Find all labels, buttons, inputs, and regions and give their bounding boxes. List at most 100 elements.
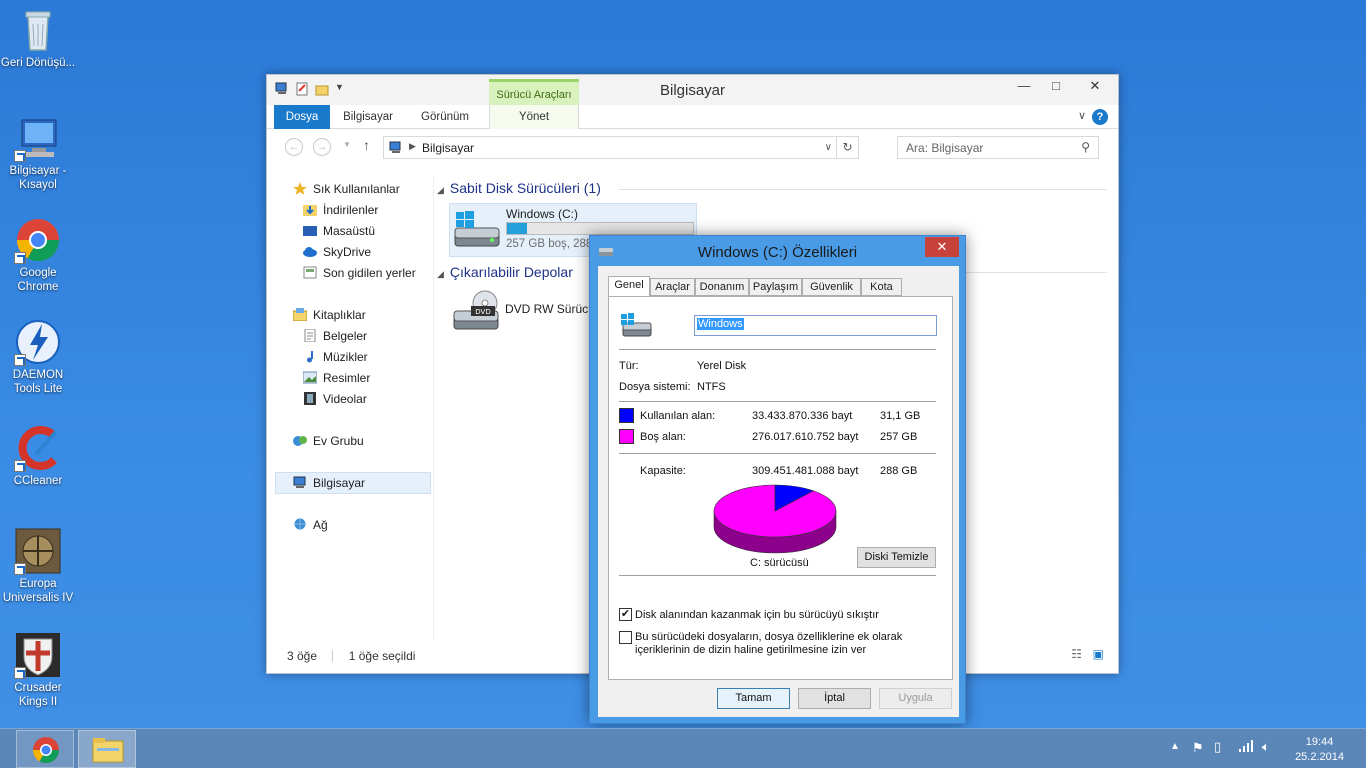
downloads-folder-icon: [303, 202, 317, 216]
address-bar[interactable]: ▶ Bilgisayar ∨ ↻: [383, 136, 859, 159]
dialog-body: Genel Araçlar Donanım Paylaşım Güvenlik …: [598, 266, 959, 717]
general-tab-panel: Windows Tür: Yerel Disk Dosya sistemi: N…: [608, 296, 953, 680]
sidebar-item-music[interactable]: Müzikler: [303, 347, 368, 367]
sidebar-item-recent-places[interactable]: Son gidilen yerler: [303, 263, 416, 283]
pane-divider[interactable]: [433, 175, 434, 641]
taskbar-chrome-button[interactable]: [16, 730, 74, 768]
type-label: Tür:: [619, 360, 639, 372]
index-checkbox[interactable]: [619, 631, 632, 644]
ok-button[interactable]: Tamam: [717, 688, 790, 709]
group-hard-disks[interactable]: ◢ Sabit Disk Sürücüleri (1): [437, 180, 601, 196]
search-placeholder: Ara: Bilgisayar: [906, 141, 984, 155]
sidebar-item-computer[interactable]: Bilgisayar: [293, 473, 365, 493]
desktop-icon-daemon-tools[interactable]: DAEMON Tools Lite: [0, 318, 76, 396]
hard-drive-windows-icon: [619, 313, 653, 342]
tab-araclar[interactable]: Araçlar: [650, 278, 695, 296]
sidebar-item-favorites[interactable]: Sık Kullanılanlar: [293, 179, 400, 199]
cloud-icon: [303, 244, 317, 257]
homegroup-icon: [293, 433, 307, 446]
sidebar-item-desktop[interactable]: Masaüstü: [303, 221, 375, 241]
action-center-flag-icon[interactable]: ⚑: [1192, 740, 1204, 756]
forward-button[interactable]: →: [313, 138, 331, 156]
maximize-button[interactable]: □: [1040, 75, 1072, 97]
desktop-icon-recycle-bin[interactable]: Geri Dönüşü...: [0, 6, 76, 70]
close-button[interactable]: ✕: [1072, 75, 1118, 97]
drive-c-free-text: 257 GB boş, 288: [506, 238, 593, 250]
up-arrow-icon[interactable]: ↑: [363, 137, 370, 153]
group-removable[interactable]: ◢ Çıkarılabilir Depolar: [437, 264, 573, 280]
used-space-label: Kullanılan alan:: [640, 410, 716, 422]
desktop-icon-crusader-kings[interactable]: Crusader Kings II: [0, 631, 76, 709]
sidebar-item-skydrive[interactable]: SkyDrive: [303, 242, 371, 262]
search-icon[interactable]: ⚲: [1081, 140, 1090, 154]
cancel-button[interactable]: İptal: [798, 688, 871, 709]
tab-yonet[interactable]: Yönet: [489, 105, 579, 129]
ribbon-expand-chevron-icon[interactable]: ∨: [1078, 109, 1086, 122]
apply-button[interactable]: Uygula: [879, 688, 952, 709]
back-button[interactable]: ←: [285, 138, 303, 156]
tab-gorunum[interactable]: Görünüm: [413, 105, 477, 129]
free-space-label: Boş alan:: [640, 431, 686, 443]
properties-dialog[interactable]: Windows (C:) Özellikleri ✕ Genel Araçlar…: [589, 235, 966, 724]
taskbar-explorer-button[interactable]: [78, 730, 136, 768]
power-icon[interactable]: ▯: [1214, 739, 1221, 755]
sidebar-item-videos[interactable]: Videolar: [303, 389, 367, 409]
address-dropdown-chevron-icon[interactable]: ∨: [825, 142, 832, 153]
search-box[interactable]: Ara: Bilgisayar ⚲: [897, 136, 1099, 159]
sidebar-item-network[interactable]: Ağ: [293, 515, 328, 535]
tab-donanim[interactable]: Donanım: [695, 278, 749, 296]
details-view-icon[interactable]: ☷: [1071, 647, 1082, 661]
large-icons-view-icon[interactable]: ▣: [1093, 647, 1104, 661]
item-count: 3 öğe: [287, 649, 318, 663]
taskbar: ▲ ⚑ ▯ 🔈︎ 19:44 25.2.2014: [0, 728, 1366, 768]
sidebar-item-pictures[interactable]: Resimler: [302, 368, 370, 388]
desktop-icon-chrome[interactable]: Google Chrome: [0, 216, 76, 294]
drive-tile-dvd[interactable]: DVD DVD RW Sürücü: [449, 287, 609, 339]
minimize-button[interactable]: —: [1008, 75, 1040, 97]
star-icon: [293, 181, 307, 195]
desktop-folder-icon: [303, 223, 317, 236]
disk-cleanup-button[interactable]: Diski Temizle: [857, 547, 936, 568]
breadcrumb-separator-icon[interactable]: ▶: [409, 141, 416, 152]
index-label-line-2: içeriklerinin de dizin haline getirilmes…: [635, 644, 867, 656]
dvd-drive-icon: DVD: [451, 289, 501, 338]
dvd-badge: DVD: [475, 308, 490, 316]
compress-checkbox[interactable]: ✔: [619, 608, 632, 621]
desktop-icon-ccleaner[interactable]: CCleaner: [0, 424, 76, 488]
shortcut-arrow-icon: [14, 354, 26, 366]
tab-bilgisayar[interactable]: Bilgisayar: [335, 105, 401, 129]
tab-guvenlik[interactable]: Güvenlik: [802, 278, 861, 296]
explorer-titlebar[interactable]: ▼ Sürücü Araçları Bilgisayar — □ ✕: [267, 75, 1118, 105]
separator: [619, 575, 936, 576]
volume-icon[interactable]: 🔈︎: [1262, 739, 1270, 755]
sidebar-item-documents[interactable]: Belgeler: [303, 326, 367, 346]
drive-c-name: Windows (C:): [506, 207, 579, 221]
navigation-pane: Sık Kullanılanlar İndirilenler Masaüstü …: [275, 175, 433, 641]
tab-genel[interactable]: Genel: [608, 276, 650, 297]
recent-places-icon: [303, 265, 317, 279]
tab-kota[interactable]: Kota: [861, 278, 902, 296]
refresh-icon[interactable]: ↻: [836, 137, 858, 158]
network-icon: [293, 517, 307, 530]
computer-small-icon: [389, 141, 403, 158]
sidebar-item-homegroup[interactable]: Ev Grubu: [293, 431, 364, 451]
recycle-bin-icon: [14, 6, 62, 54]
sidebar-item-libraries[interactable]: Kitaplıklar: [292, 305, 366, 325]
tab-dosya[interactable]: Dosya: [274, 105, 330, 129]
network-signal-icon[interactable]: [1238, 739, 1254, 756]
navigation-bar: ← → ▼ ↑ ▶ Bilgisayar ∨ ↻ Ara: Bilgisayar…: [267, 129, 1118, 163]
recent-locations-chevron-icon[interactable]: ▼: [343, 140, 351, 149]
computer-icon: [14, 114, 62, 162]
index-label-line-1: Bu sürücüdeki dosyaların, dosya özellikl…: [635, 631, 903, 643]
tab-paylasim[interactable]: Paylaşım: [749, 278, 802, 296]
desktop-icon-europa-universalis[interactable]: Europa Universalis IV: [0, 527, 76, 605]
drive-label-input[interactable]: Windows: [694, 315, 937, 336]
clock[interactable]: 19:44 25.2.2014: [1295, 735, 1344, 765]
desktop-icon-computer[interactable]: Bilgisayar - Kısayol: [0, 114, 76, 192]
shortcut-arrow-icon: [14, 460, 26, 472]
explorer-title: Bilgisayar: [659, 82, 726, 99]
help-icon[interactable]: ?: [1092, 109, 1108, 125]
sidebar-item-downloads[interactable]: İndirilenler: [303, 200, 378, 220]
dialog-close-button[interactable]: ✕: [925, 237, 959, 257]
show-hidden-icons-chevron-icon[interactable]: ▲: [1170, 741, 1180, 752]
